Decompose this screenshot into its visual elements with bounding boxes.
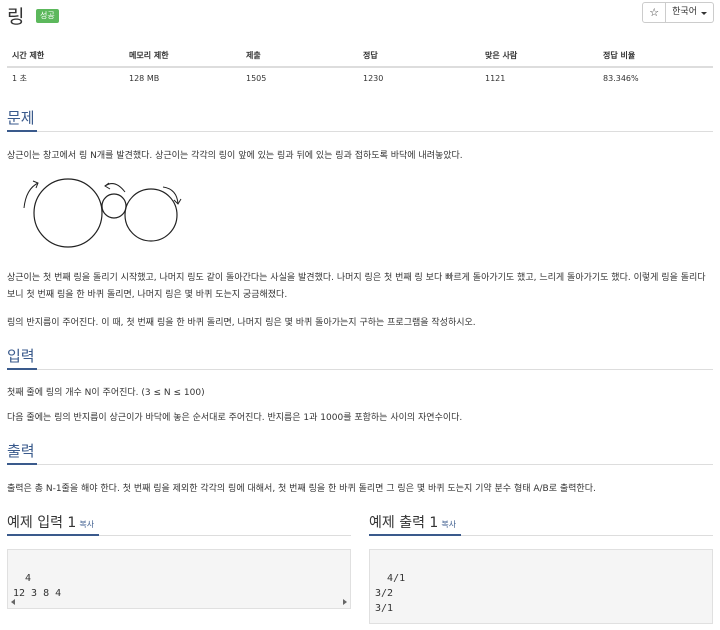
col-time-limit: 시간 제한 bbox=[7, 45, 124, 68]
memory-limit-value: 128 MB bbox=[129, 74, 160, 83]
example-input-box[interactable]: 4 12 3 8 4 bbox=[7, 549, 351, 609]
page-title: 링 bbox=[7, 6, 25, 28]
ring-small bbox=[101, 193, 127, 219]
example-input-label: 예제 입력 1 bbox=[7, 515, 77, 531]
output-section-title: 출력 bbox=[7, 442, 35, 460]
problem-paragraph-3: 링의 반지름이 주어진다. 이 때, 첫 번째 링을 한 바퀴 돌리면, 나머지… bbox=[7, 318, 476, 328]
input-paragraph-1: 첫째 줄에 링의 개수 N이 주어진다. (3 ≤ N ≤ 100) bbox=[7, 388, 205, 398]
problem-section-title: 문제 bbox=[7, 109, 35, 127]
table-header-row: 시간 제한 메모리 제한 제출 정답 맞은 사람 정답 비율 bbox=[7, 45, 713, 68]
section-divider bbox=[7, 131, 713, 132]
section-underline bbox=[369, 534, 461, 536]
status-badge: 성공 bbox=[36, 9, 59, 23]
section-underline bbox=[7, 368, 37, 370]
example-input-title: 예제 입력 1 복사 bbox=[7, 512, 94, 532]
language-label: 한국어 bbox=[672, 7, 697, 17]
col-ratio: 정답 비율 bbox=[598, 45, 713, 68]
rings-figure bbox=[23, 178, 182, 248]
ring-medium bbox=[124, 188, 178, 242]
col-memory-limit: 메모리 제한 bbox=[124, 45, 241, 68]
input-section-title: 입력 bbox=[7, 347, 35, 365]
table-row: 1 초 128 MB 1505 1230 1121 83.346% bbox=[7, 67, 713, 89]
scroll-right-icon[interactable] bbox=[343, 599, 347, 605]
rotation-arrow-1 bbox=[23, 182, 39, 209]
accepted-value: 1230 bbox=[363, 74, 384, 83]
star-button[interactable]: ☆ bbox=[642, 2, 667, 23]
ring-large bbox=[33, 178, 103, 248]
problem-paragraph-2: 상근이는 첫 번째 링을 돌리기 시작했고, 나머지 링도 같이 돌아간다는 사… bbox=[7, 273, 706, 300]
copy-input-button[interactable]: 복사 bbox=[79, 520, 94, 529]
section-underline bbox=[7, 463, 37, 465]
time-limit-value: 1 초 bbox=[12, 74, 27, 83]
solvers-value: 1121 bbox=[485, 74, 506, 83]
example-output-content: 4/1 3/2 3/1 bbox=[375, 573, 406, 614]
section-underline bbox=[7, 130, 37, 132]
star-icon: ☆ bbox=[649, 6, 660, 19]
example-output-box[interactable]: 4/1 3/2 3/1 bbox=[369, 549, 713, 624]
section-divider bbox=[7, 369, 713, 370]
problem-info-table: 시간 제한 메모리 제한 제출 정답 맞은 사람 정답 비율 1 초 128 M… bbox=[7, 45, 713, 89]
input-paragraph-2: 다음 줄에는 링의 반지름이 상근이가 바닥에 놓은 순서대로 주어진다. 반지… bbox=[7, 413, 463, 423]
ratio-value: 83.346% bbox=[603, 74, 639, 83]
col-accepted: 정답 bbox=[358, 45, 480, 68]
col-solvers: 맞은 사람 bbox=[480, 45, 598, 68]
section-underline bbox=[7, 534, 99, 536]
output-paragraph-1: 출력은 총 N-1줄을 해야 한다. 첫 번째 링을 제외한 각각의 링에 대해… bbox=[7, 484, 596, 494]
chevron-down-icon bbox=[701, 11, 707, 15]
problem-paragraph-1: 상근이는 창고에서 링 N개를 발견했다. 상근이는 각각의 링이 앞에 있는 … bbox=[7, 151, 463, 161]
example-output-title: 예제 출력 1 복사 bbox=[369, 512, 456, 532]
toolbar: ☆ 한국어 bbox=[642, 2, 714, 23]
example-output-label: 예제 출력 1 bbox=[369, 515, 439, 531]
copy-output-button[interactable]: 복사 bbox=[441, 520, 456, 529]
col-submissions: 제출 bbox=[241, 45, 358, 68]
title-row: 링 성공 ☆ 한국어 bbox=[7, 0, 720, 30]
language-dropdown[interactable]: 한국어 bbox=[666, 2, 714, 23]
section-divider bbox=[7, 464, 713, 465]
horizontal-scrollbar[interactable] bbox=[8, 596, 350, 608]
submissions-value: 1505 bbox=[246, 74, 267, 83]
scroll-left-icon[interactable] bbox=[11, 599, 15, 605]
